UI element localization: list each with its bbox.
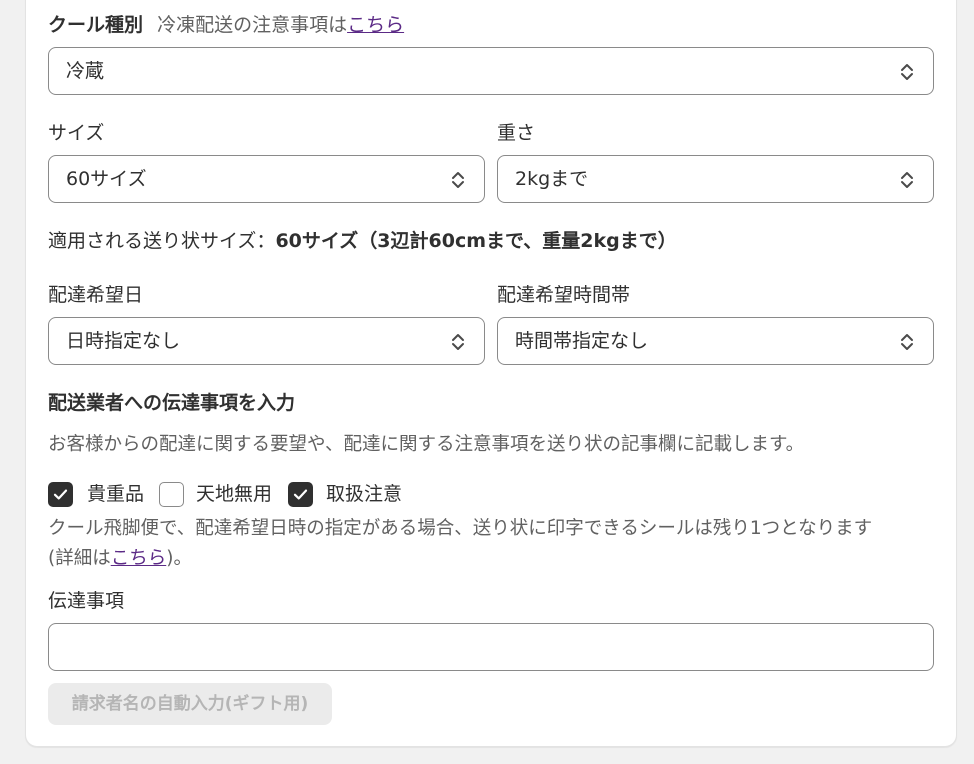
delivery-date-label: 配達希望日 xyxy=(48,284,144,306)
applied-size-row: 適用される送り状サイズ：60サイズ（3辺計60cmまで、重量2kgまで） xyxy=(48,228,677,254)
cool-type-label: クール種別 xyxy=(48,14,144,36)
cool-note-text: 冷凍配送の注意事項は xyxy=(157,14,348,36)
carrier-notes-heading: 配送業者への伝達事項を入力 xyxy=(48,392,296,414)
delivery-time-value: 時間帯指定なし xyxy=(515,330,649,352)
autofill-requester-button[interactable]: 請求者名の自動入力(ギフト用) xyxy=(48,683,332,725)
select-chevron-icon xyxy=(452,334,464,350)
weight-label: 重さ xyxy=(497,122,536,144)
size-value: 60サイズ xyxy=(66,168,147,190)
weight-select[interactable]: 2kgまで xyxy=(497,155,934,203)
delivery-date-value: 日時指定なし xyxy=(66,330,181,352)
delivery-date-select[interactable]: 日時指定なし xyxy=(48,317,485,365)
cool-type-value: 冷蔵 xyxy=(66,60,105,82)
cool-note-link[interactable]: こちら xyxy=(347,14,404,36)
delivery-time-select[interactable]: 時間帯指定なし xyxy=(497,317,934,365)
weight-value: 2kgまで xyxy=(515,168,589,190)
checkbox-handle-with-care-label: 取扱注意 xyxy=(326,483,403,505)
checkbox-valuables-label: 貴重品 xyxy=(87,483,145,505)
cool-type-select[interactable]: 冷蔵 xyxy=(48,47,934,95)
checkbox-this-side-up-label: 天地無用 xyxy=(196,483,273,505)
delivery-time-label: 配達希望時間帯 xyxy=(497,284,631,306)
size-label: サイズ xyxy=(48,122,105,144)
cool-warning-suffix: )。 xyxy=(166,548,192,569)
checkbox-handle-with-care[interactable] xyxy=(288,482,313,507)
cool-warning-link[interactable]: こちら xyxy=(111,548,167,569)
checkbox-valuables[interactable] xyxy=(48,482,73,507)
cool-type-row: クール種別 冷凍配送の注意事項はこちら xyxy=(48,12,404,38)
applied-size-prefix: 適用される送り状サイズ： xyxy=(48,230,276,252)
checkmark-icon xyxy=(53,489,68,500)
size-select[interactable]: 60サイズ xyxy=(48,155,485,203)
checkmark-icon xyxy=(293,489,308,500)
message-label: 伝達事項 xyxy=(48,590,125,612)
carrier-notes-description: お客様からの配達に関する要望や、配達に関する注意事項を送り状の記事欄に記載します… xyxy=(48,434,805,455)
select-chevron-icon xyxy=(901,334,913,350)
select-chevron-icon xyxy=(452,172,464,188)
checkbox-this-side-up[interactable] xyxy=(159,482,184,507)
cool-warning-line2: (詳細はこちら)。 xyxy=(48,546,192,572)
applied-size-value: 60サイズ（3辺計60cmまで、重量2kgまで） xyxy=(275,230,677,252)
select-chevron-icon xyxy=(901,64,913,80)
cool-warning-line1: クール飛脚便で、配達希望日時の指定がある場合、送り状に印字できるシールは残り1つ… xyxy=(48,518,873,539)
cool-warning-prefix: (詳細は xyxy=(48,548,111,569)
message-input[interactable] xyxy=(48,623,934,671)
select-chevron-icon xyxy=(901,172,913,188)
